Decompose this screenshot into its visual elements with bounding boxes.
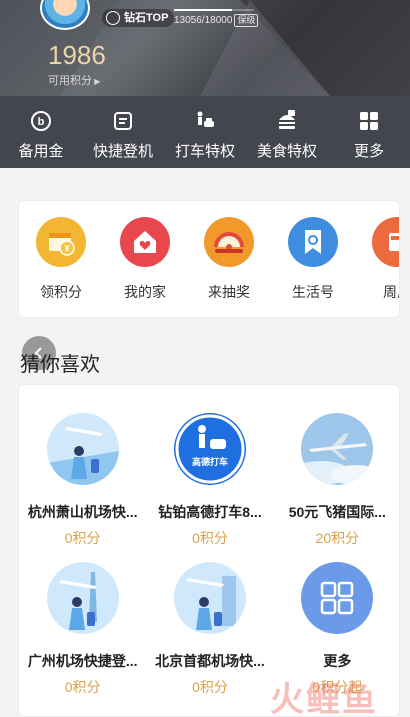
quick-item-label: 快捷登机 bbox=[92, 143, 153, 160]
gift-icon bbox=[372, 217, 399, 267]
recommendation-price: 20积分 bbox=[315, 530, 360, 546]
recommendation-item[interactable]: 高德打车 钻铂高德打车8... 0积分 bbox=[146, 413, 273, 556]
recommendation-item[interactable]: 广州机场快捷登... 0积分 bbox=[19, 562, 146, 705]
recommendation-name: 钻铂高德打车8... bbox=[158, 504, 262, 520]
recommendation-name: 更多 bbox=[323, 653, 352, 669]
burger-icon bbox=[279, 110, 295, 129]
service-label: 我的家 bbox=[124, 284, 166, 300]
recommendation-item[interactable]: 50元飞猪国际... 20积分 bbox=[274, 413, 399, 556]
quick-item-label: 更多 bbox=[353, 143, 384, 160]
recommendation-price: 0积分 bbox=[64, 530, 101, 546]
service-label: 领积分 bbox=[40, 284, 82, 300]
service-label: 来抽奖 bbox=[208, 284, 250, 300]
services-row: ¥ 领积分 我的家 来抽奖 生活号 周周 bbox=[19, 217, 399, 302]
grid-icon bbox=[360, 112, 378, 130]
recommendation-name: 北京首都机场快... bbox=[155, 653, 265, 669]
recommendation-price: 0积分 bbox=[192, 679, 228, 695]
svg-text:b: b bbox=[38, 116, 45, 128]
progress-value: 13056/18000 bbox=[174, 15, 233, 26]
keep-level-tag: 保级 bbox=[234, 14, 259, 27]
airport-walker-icon bbox=[46, 562, 119, 634]
level-badge[interactable]: 钻石TOP bbox=[102, 9, 175, 27]
service-life-account[interactable]: 生活号 bbox=[271, 217, 355, 302]
member-header: 钻石TOP 13056/18000 保级 1986 可用积分 ▶ bbox=[0, 0, 410, 96]
level-progress-fill bbox=[174, 9, 232, 11]
chevron-right-icon: ▶ bbox=[92, 77, 101, 86]
calendar-coin-icon: ¥ bbox=[36, 217, 86, 267]
available-points-value: 1986 bbox=[48, 40, 106, 70]
recommendation-name: 杭州萧山机场快... bbox=[27, 504, 138, 520]
level-progress-bar bbox=[174, 9, 254, 11]
quick-item-label: 打车特权 bbox=[174, 143, 235, 160]
available-points-link[interactable]: 可用积分 ▶ bbox=[48, 72, 100, 88]
section-title: 猜你喜欢 bbox=[20, 354, 100, 376]
recommendation-name: 50元飞猪国际... bbox=[288, 504, 386, 520]
amap-taxi-icon: 高德打车 bbox=[173, 413, 246, 485]
airport-walker-icon bbox=[46, 413, 119, 485]
quick-item-reserve-fund[interactable]: b 备用金 bbox=[0, 96, 82, 168]
boarding-pass-icon bbox=[114, 112, 132, 130]
level-progress-text: 13056/18000 保级 bbox=[174, 14, 259, 27]
recommendations-card: 杭州萧山机场快... 0积分 高德打车 钻铂高德打车8... 0积分 50元飞猪… bbox=[18, 384, 400, 717]
available-points-label: 可用积分 bbox=[48, 75, 92, 87]
service-label: 周周 bbox=[383, 284, 399, 300]
service-my-home[interactable]: 我的家 bbox=[103, 217, 187, 302]
quick-item-fast-boarding[interactable]: 快捷登机 bbox=[82, 96, 164, 168]
service-weekly[interactable]: 周周 bbox=[355, 217, 399, 302]
recommendation-price: 0积分 bbox=[64, 679, 101, 695]
taxi-person-icon bbox=[197, 111, 214, 127]
airport-walker-icon bbox=[173, 562, 246, 634]
amap-taxi-badge-text: 高德打车 bbox=[192, 456, 228, 468]
coin-b-icon: b bbox=[31, 111, 51, 131]
service-claim-points[interactable]: ¥ 领积分 bbox=[19, 217, 103, 302]
recommendation-item[interactable]: 杭州萧山机场快... 0积分 bbox=[19, 413, 146, 556]
services-card: ¥ 领积分 我的家 来抽奖 生活号 周周 bbox=[18, 200, 400, 318]
quick-item-label: 备用金 bbox=[18, 143, 64, 160]
recommendation-item[interactable]: 北京首都机场快... 0积分 bbox=[146, 562, 273, 705]
level-label: 钻石TOP bbox=[124, 12, 169, 24]
quick-item-label: 美食特权 bbox=[256, 143, 317, 160]
recommendation-price: 0积分 bbox=[192, 530, 228, 546]
diamond-icon bbox=[106, 11, 120, 25]
more-grid-icon bbox=[301, 562, 374, 634]
quick-actions-bar: b 备用金 快捷登机 打车特权 美食特权 更多 bbox=[0, 96, 410, 168]
watermark: 火鲤鱼 bbox=[270, 681, 378, 717]
quick-item-food-privilege[interactable]: 美食特权 bbox=[246, 96, 328, 168]
quick-item-more[interactable]: 更多 bbox=[328, 96, 410, 168]
service-lottery[interactable]: 来抽奖 bbox=[187, 217, 271, 302]
bookmark-icon bbox=[288, 217, 338, 267]
recommendations-grid: 杭州萧山机场快... 0积分 高德打车 钻铂高德打车8... 0积分 50元飞猪… bbox=[19, 413, 399, 705]
lottery-wheel-icon bbox=[204, 217, 254, 267]
airplane-sky-icon bbox=[301, 413, 374, 485]
service-label: 生活号 bbox=[292, 284, 334, 300]
svg-text:¥: ¥ bbox=[64, 244, 69, 254]
house-heart-icon bbox=[120, 217, 170, 267]
quick-item-taxi-privilege[interactable]: 打车特权 bbox=[164, 96, 246, 168]
recommendation-name: 广州机场快捷登... bbox=[27, 653, 138, 669]
